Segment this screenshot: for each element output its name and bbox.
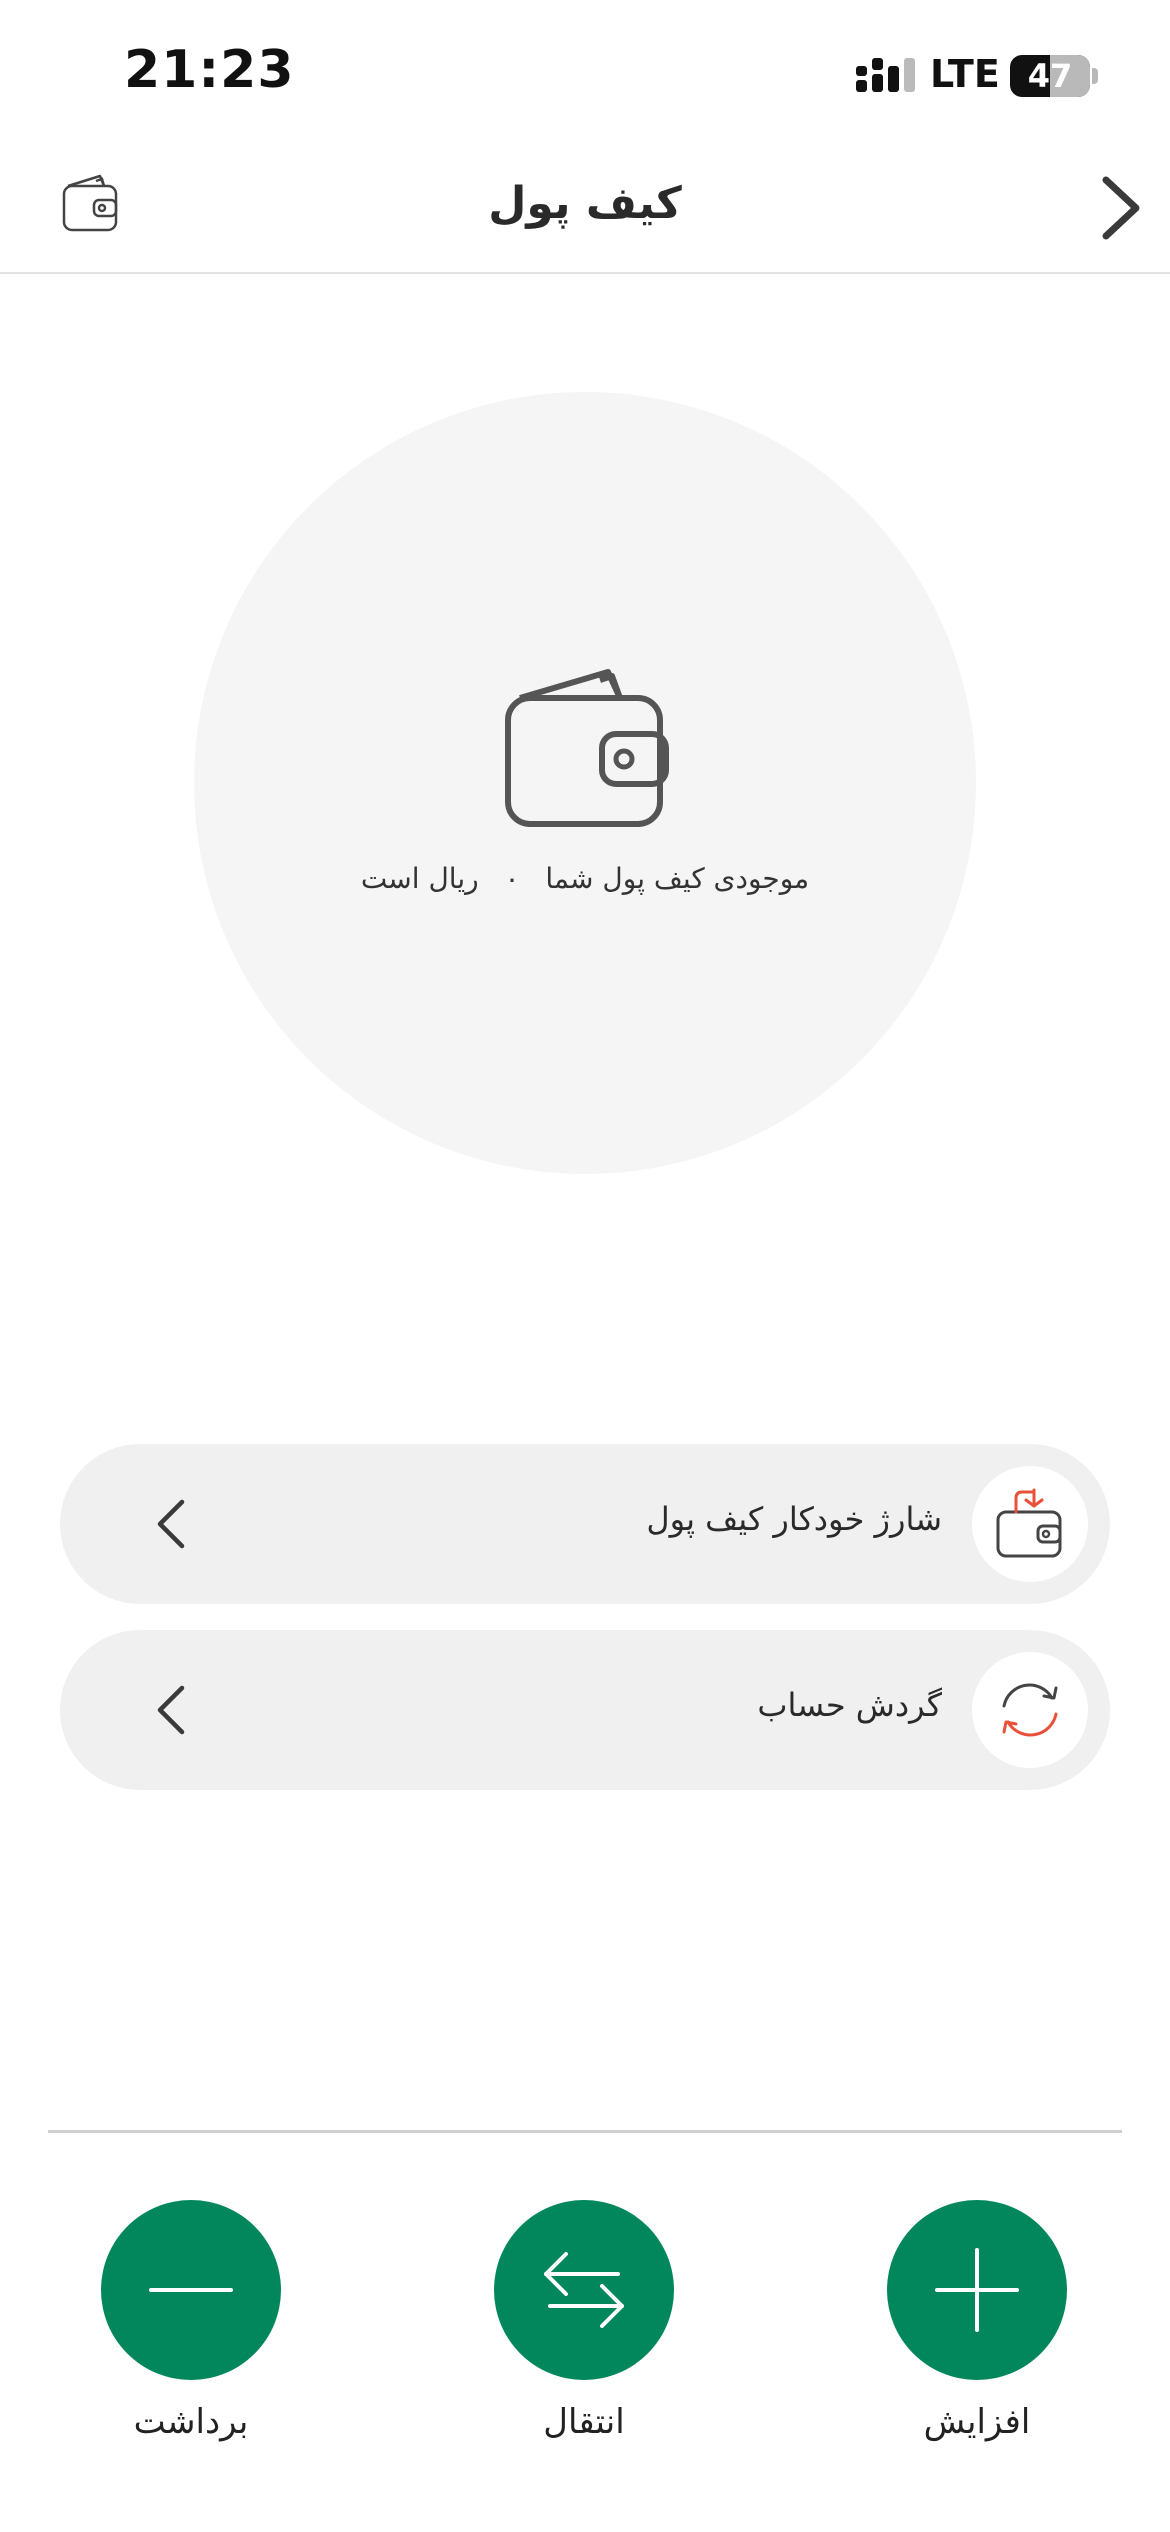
auto-recharge-row[interactable]: شارژ خودکار کیف پول	[60, 1444, 1110, 1604]
chevron-left-icon	[157, 1499, 185, 1549]
icon-circle	[972, 1652, 1088, 1768]
actions-divider	[48, 2130, 1122, 2133]
back-button[interactable]	[1092, 168, 1152, 248]
chevron-right-icon	[1102, 176, 1140, 240]
wallet-button[interactable]	[56, 172, 122, 238]
increase-button[interactable]	[887, 2200, 1067, 2380]
balance-text: موجودی کیف پول شما ۰ ریال است	[194, 862, 976, 895]
account-turnover-row[interactable]: گردش حساب	[60, 1630, 1110, 1790]
transfer-label: انتقال	[543, 2402, 625, 2442]
option-label: گردش حساب	[757, 1686, 942, 1724]
wallet-recharge-icon	[996, 1488, 1062, 1558]
withdraw-label: برداشت	[133, 2402, 249, 2442]
icon-circle	[972, 1466, 1088, 1582]
balance-prefix: موجودی کیف پول شما	[545, 862, 810, 895]
withdraw-button[interactable]	[101, 2200, 281, 2380]
refresh-icon	[1002, 1683, 1058, 1737]
chevron-left-icon	[157, 1685, 185, 1735]
balance-suffix: ریال است	[360, 862, 479, 895]
signal-icon	[856, 58, 915, 92]
battery-level: 47	[1027, 57, 1073, 95]
page-title: کیف پول	[488, 178, 682, 229]
option-label: شارژ خودکار کیف پول	[646, 1500, 942, 1538]
header-divider	[0, 272, 1170, 274]
balance-amount: ۰	[504, 862, 520, 895]
minus-icon	[149, 2288, 233, 2292]
status-time: 21:23	[124, 40, 295, 100]
transfer-icon	[544, 2252, 624, 2328]
wallet-icon	[505, 669, 669, 827]
wallet-icon	[62, 174, 118, 232]
network-type: LTE	[930, 52, 1000, 96]
plus-icon	[935, 2248, 1019, 2332]
increase-label: افزایش	[923, 2402, 1031, 2442]
battery-tip	[1092, 68, 1098, 84]
battery-icon: 47	[1010, 55, 1090, 97]
transfer-button[interactable]	[494, 2200, 674, 2380]
